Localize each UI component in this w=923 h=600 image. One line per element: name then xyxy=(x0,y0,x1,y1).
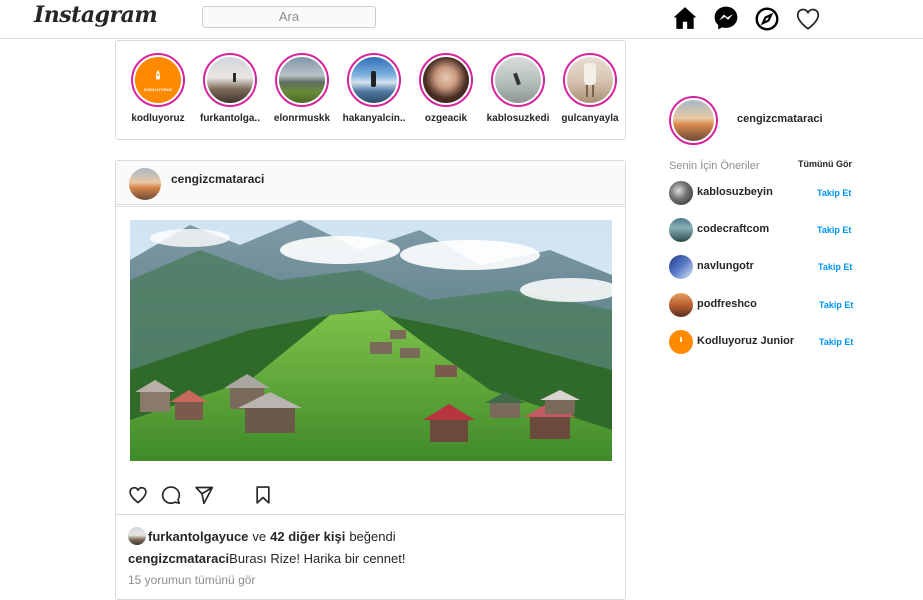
suggestions-title: Senin İçin Öneriler xyxy=(669,160,760,172)
feed-post: cengizcmataraci furkantolgayuce ve 42 di… xyxy=(115,160,626,600)
suggestion-username[interactable]: kablosuzbeyin xyxy=(697,186,773,198)
follow-button[interactable]: Takip Et xyxy=(818,262,852,272)
follow-button[interactable]: Takip Et xyxy=(819,300,853,310)
caption-text: Burası Rize! Harika bir cennet! xyxy=(229,551,406,566)
liker-avatar xyxy=(128,527,146,545)
view-all-comments-link[interactable]: 15 yorumun tümünü gör xyxy=(128,573,255,587)
story-username: furkantolga.. xyxy=(199,113,260,124)
post-image[interactable] xyxy=(130,220,612,461)
bookmark-icon[interactable] xyxy=(253,485,273,505)
suggestion-avatar[interactable] xyxy=(669,218,693,242)
instagram-logo[interactable]: Instagram xyxy=(34,2,158,28)
suggestion-item: kablosuzbeyin Takip Et xyxy=(669,181,859,205)
kodluyoruz-logo: KODLUYORUZ xyxy=(135,57,181,103)
suggestion-avatar[interactable] xyxy=(669,293,693,317)
post-author-username[interactable]: cengizcmataraci xyxy=(171,172,264,186)
suggestion-item: podfreshco Takip Et xyxy=(669,293,859,317)
activity-heart-icon[interactable] xyxy=(795,6,821,32)
current-user-username[interactable]: cengizcmataraci xyxy=(737,113,823,125)
post-header: cengizcmataraci xyxy=(116,161,625,205)
post-body: furkantolgayuce ve 42 diğer kişi beğendi… xyxy=(116,206,625,596)
share-icon[interactable] xyxy=(194,485,214,505)
like-heart-icon[interactable] xyxy=(128,485,148,505)
suggestion-avatar[interactable] xyxy=(669,181,693,205)
story-username: gulcanyayla xyxy=(561,113,619,124)
story-ozgeacik[interactable]: ozgeacik xyxy=(410,53,482,124)
story-ring xyxy=(275,53,329,107)
explore-icon[interactable] xyxy=(754,6,780,32)
story-gulcanyayla[interactable]: gulcanyayla xyxy=(554,53,626,124)
story-avatar xyxy=(423,57,469,103)
story-username: ozgeacik xyxy=(424,113,468,124)
search-input[interactable]: Ara xyxy=(202,6,376,28)
suggestion-avatar[interactable] xyxy=(669,330,693,354)
story-username: elonrmuskk xyxy=(273,113,331,124)
story-ring xyxy=(563,53,617,107)
likes-summary: furkantolgayuce ve 42 diğer kişi beğendi xyxy=(128,527,396,545)
post-author-avatar[interactable] xyxy=(129,168,161,200)
story-ring xyxy=(419,53,473,107)
story-kablosuzkedi[interactable]: kablosuzkedi xyxy=(482,53,554,124)
kodluyoruz-logo-text: KODLUYORUZ xyxy=(143,87,173,92)
story-ring: KODLUYORUZ xyxy=(131,53,185,107)
post-actions xyxy=(116,485,625,509)
follow-button[interactable]: Takip Et xyxy=(819,337,853,347)
post-caption: cengizcmataraciBurası Rize! Harika bir c… xyxy=(128,551,405,566)
see-all-link[interactable]: Tümünü Gör xyxy=(798,159,852,169)
story-username: kablosuzkedi xyxy=(486,113,550,124)
messenger-icon[interactable] xyxy=(713,5,739,31)
follow-button[interactable]: Takip Et xyxy=(817,188,851,198)
story-username: kodluyoruz xyxy=(131,113,185,124)
story-avatar xyxy=(207,57,253,103)
caption-username[interactable]: cengizcmataraci xyxy=(128,551,229,566)
suggestion-username[interactable]: codecraftcom xyxy=(697,223,769,235)
story-furkantolga[interactable]: furkantolga.. xyxy=(194,53,266,124)
suggestion-username[interactable]: podfreshco xyxy=(697,298,757,310)
likes-and: ve xyxy=(252,528,267,544)
liker-username[interactable]: furkantolgayuce xyxy=(148,529,248,544)
suggestion-username[interactable]: navlungotr xyxy=(697,260,754,272)
suggestion-avatar[interactable] xyxy=(669,255,693,279)
story-username: hakanyalcin.. xyxy=(342,113,406,124)
story-avatar xyxy=(351,57,397,103)
story-avatar xyxy=(495,57,541,103)
current-user-avatar-image xyxy=(673,100,714,141)
story-hakanyalcin[interactable]: hakanyalcin.. xyxy=(338,53,410,124)
story-ring xyxy=(491,53,545,107)
story-ring xyxy=(203,53,257,107)
top-navigation-bar: Instagram Ara xyxy=(0,0,923,39)
suggestion-item: Kodluyoruz Junior Takip Et xyxy=(669,330,859,354)
home-icon[interactable] xyxy=(672,5,698,31)
likes-suffix: beğendi xyxy=(349,528,396,544)
story-avatar xyxy=(279,57,325,103)
story-avatar xyxy=(567,57,613,103)
comment-icon[interactable] xyxy=(161,485,181,505)
divider xyxy=(116,514,625,515)
suggestion-item: navlungotr Takip Et xyxy=(669,255,859,279)
stories-tray: KODLUYORUZ kodluyoruz furkantolga.. elon… xyxy=(115,40,626,140)
follow-button[interactable]: Takip Et xyxy=(817,225,851,235)
likes-others[interactable]: 42 diğer kişi xyxy=(270,529,345,544)
story-elonrmuskk[interactable]: elonrmuskk xyxy=(266,53,338,124)
current-user-avatar[interactable] xyxy=(669,96,718,145)
story-kodluyoruz[interactable]: KODLUYORUZ kodluyoruz xyxy=(122,53,194,124)
suggestion-username[interactable]: Kodluyoruz Junior xyxy=(697,335,794,347)
suggestion-item: codecraftcom Takip Et xyxy=(669,218,859,242)
story-ring xyxy=(347,53,401,107)
